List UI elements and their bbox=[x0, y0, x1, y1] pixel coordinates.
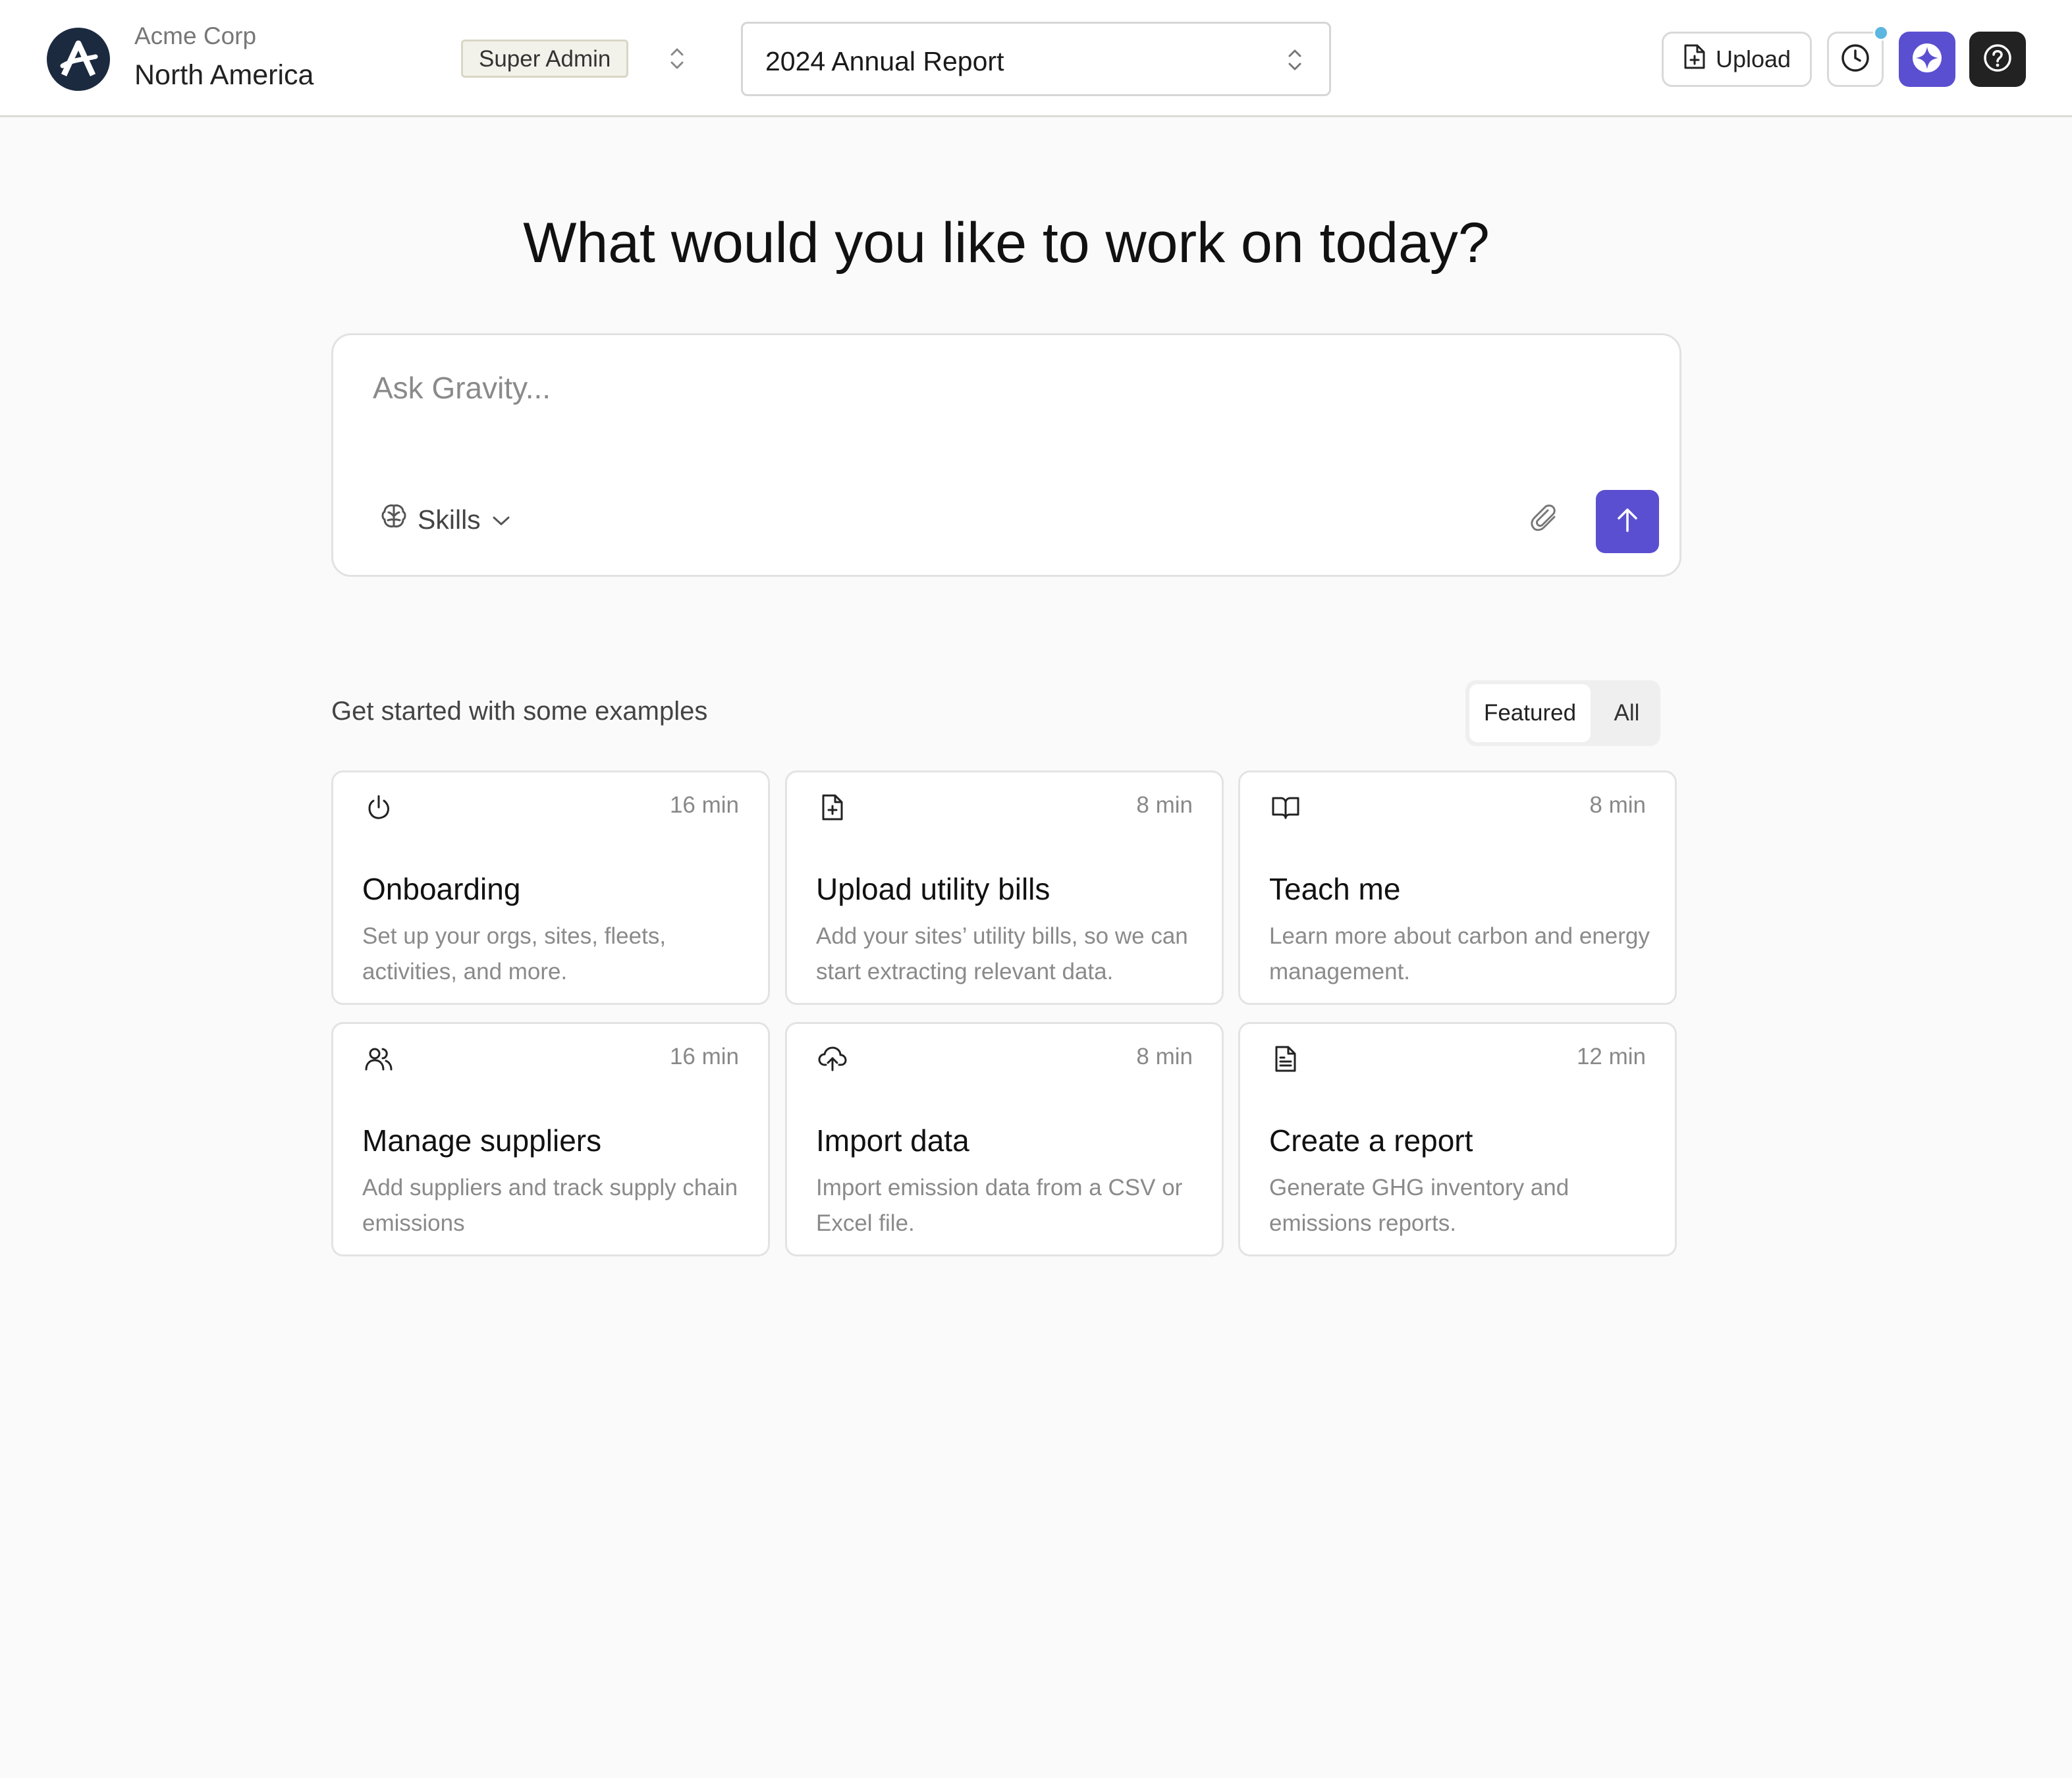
card-description: Add suppliers and track supply chain emi… bbox=[362, 1175, 738, 1236]
file-plus-icon bbox=[816, 791, 849, 824]
role-badge[interactable]: Super Admin bbox=[461, 40, 629, 78]
cloud-upload-icon bbox=[816, 1042, 849, 1075]
report-selector[interactable]: 2024 Annual Report bbox=[741, 22, 1331, 96]
card-title: Teach me bbox=[1269, 872, 1401, 906]
page-title: What would you like to work on today? bbox=[523, 211, 1490, 275]
chevron-updown-icon bbox=[1280, 42, 1309, 78]
paperclip-icon bbox=[1529, 502, 1561, 537]
acme-logo[interactable] bbox=[47, 28, 110, 91]
card-duration: 12 min bbox=[1576, 1044, 1646, 1069]
example-card-import-data[interactable]: 8 min Import data Import emission data f… bbox=[785, 1022, 1224, 1256]
examples-filter-toggle: Featured All bbox=[1465, 680, 1660, 746]
tab-featured[interactable]: Featured bbox=[1469, 684, 1591, 742]
example-card-teach-me[interactable]: 8 min Teach me Learn more about carbon a… bbox=[1238, 770, 1677, 1005]
arrow-up-icon bbox=[1614, 506, 1641, 538]
top-header: Acme Corp North America Super Admin 2024… bbox=[0, 0, 2072, 117]
examples-heading: Get started with some examples bbox=[331, 697, 708, 726]
file-plus-icon bbox=[1683, 43, 1706, 76]
notification-dot bbox=[1873, 25, 1889, 41]
upload-button[interactable]: Upload bbox=[1662, 32, 1812, 87]
card-description: Import emission data from a CSV or Excel… bbox=[816, 1175, 1183, 1236]
example-card-upload-utility-bills[interactable]: 8 min Upload utility bills Add your site… bbox=[785, 770, 1224, 1005]
card-description: Add your sites’ utility bills, so we can… bbox=[816, 923, 1188, 984]
history-button[interactable] bbox=[1827, 32, 1884, 87]
example-card-manage-suppliers[interactable]: 16 min Manage suppliers Add suppliers an… bbox=[331, 1022, 770, 1256]
attach-file-button[interactable] bbox=[1525, 500, 1565, 539]
card-description: Set up your orgs, sites, fleets, activit… bbox=[362, 923, 667, 984]
sparkle-icon bbox=[1910, 41, 1944, 78]
region-name[interactable]: North America bbox=[134, 59, 314, 92]
card-title: Onboarding bbox=[362, 872, 521, 906]
card-duration: 16 min bbox=[669, 1044, 739, 1069]
example-card-onboarding[interactable]: 16 min Onboarding Set up your orgs, site… bbox=[331, 770, 770, 1005]
card-duration: 8 min bbox=[1136, 1044, 1193, 1069]
card-title: Upload utility bills bbox=[816, 872, 1050, 906]
skills-label: Skills bbox=[418, 504, 481, 535]
clock-icon bbox=[1840, 43, 1870, 76]
card-duration: 8 min bbox=[1136, 792, 1193, 818]
card-description: Generate GHG inventory and emissions rep… bbox=[1269, 1175, 1569, 1236]
users-icon bbox=[362, 1042, 395, 1075]
tab-all[interactable]: All bbox=[1597, 684, 1656, 742]
upload-button-label: Upload bbox=[1715, 45, 1791, 72]
ask-gravity-box: Skills bbox=[331, 333, 1681, 577]
help-circle-icon bbox=[1982, 43, 2013, 76]
book-open-icon bbox=[1269, 791, 1302, 824]
ai-assistant-button[interactable] bbox=[1899, 32, 1955, 87]
card-duration: 16 min bbox=[669, 792, 739, 818]
chevron-down-icon bbox=[490, 504, 512, 535]
card-title: Import data bbox=[816, 1123, 969, 1158]
skills-dropdown[interactable]: Skills bbox=[379, 500, 512, 539]
card-description: Learn more about carbon and energy manag… bbox=[1269, 923, 1650, 984]
role-switcher-chevron-icon[interactable] bbox=[663, 41, 692, 76]
file-text-icon bbox=[1269, 1042, 1302, 1075]
power-icon bbox=[362, 791, 395, 824]
send-button[interactable] bbox=[1596, 490, 1659, 553]
example-card-create-a-report[interactable]: 12 min Create a report Generate GHG inve… bbox=[1238, 1022, 1677, 1256]
help-button[interactable] bbox=[1969, 32, 2026, 87]
org-name[interactable]: Acme Corp bbox=[134, 22, 256, 50]
card-title: Create a report bbox=[1269, 1123, 1473, 1158]
brain-icon bbox=[379, 502, 408, 537]
card-title: Manage suppliers bbox=[362, 1123, 602, 1158]
ask-gravity-input[interactable] bbox=[373, 362, 1624, 414]
report-selector-label: 2024 Annual Report bbox=[765, 46, 1004, 76]
card-duration: 8 min bbox=[1589, 792, 1646, 818]
